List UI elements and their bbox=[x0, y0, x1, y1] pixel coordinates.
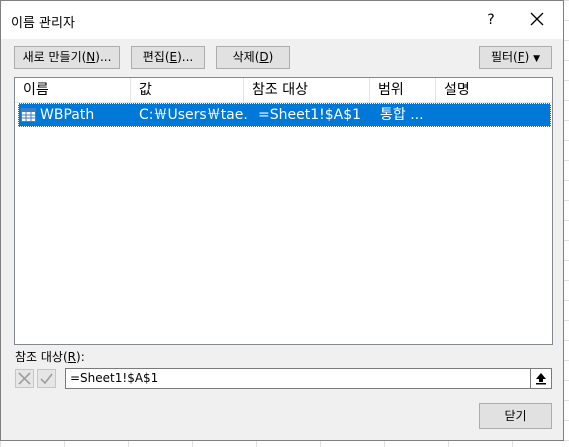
column-header-value[interactable]: 값 bbox=[131, 78, 244, 102]
close-icon[interactable] bbox=[525, 7, 551, 33]
list-header: 이름 값 참조 대상 범위 설명 bbox=[15, 78, 552, 103]
delete-button[interactable]: 삭제(D) bbox=[216, 46, 290, 69]
filter-button[interactable]: 필터(F) ▼ bbox=[479, 46, 552, 69]
confirm-edit-button[interactable] bbox=[37, 369, 56, 388]
dialog-title: 이름 관리자 bbox=[11, 16, 75, 31]
close-dialog-button[interactable]: 닫기 bbox=[479, 403, 552, 429]
refers-to-cell: =Sheet1!$A$1 bbox=[258, 107, 362, 123]
title-bar: 이름 관리자 ? bbox=[1, 1, 563, 39]
column-header-scope[interactable]: 범위 bbox=[370, 78, 436, 102]
column-header-refers-to[interactable]: 참조 대상 bbox=[244, 78, 370, 102]
value-cell: C:￦Users￦tae... bbox=[139, 107, 247, 123]
scope-cell: 통합 ... bbox=[380, 107, 424, 123]
column-header-comment[interactable]: 설명 bbox=[436, 78, 552, 102]
new-button[interactable]: 새로 만들기(N)... bbox=[14, 46, 120, 69]
dropdown-arrow-icon: ▼ bbox=[533, 54, 541, 64]
defined-name-icon bbox=[21, 108, 36, 126]
name-cell: WBPath bbox=[40, 107, 95, 123]
refers-to-input[interactable]: =Sheet1!$A$1 bbox=[65, 368, 531, 389]
names-list[interactable]: 이름 값 참조 대상 범위 설명 WBPath C:￦Users￦tae... … bbox=[14, 77, 553, 345]
cancel-edit-button[interactable] bbox=[15, 369, 34, 388]
comment-cell bbox=[444, 104, 544, 126]
refers-to-label: 참조 대상(R): bbox=[15, 350, 85, 364]
table-row[interactable]: WBPath C:￦Users￦tae... =Sheet1!$A$1 통합 .… bbox=[18, 103, 551, 127]
collapse-dialog-button[interactable] bbox=[530, 368, 552, 389]
column-header-name[interactable]: 이름 bbox=[15, 78, 131, 102]
help-button[interactable]: ? bbox=[479, 9, 503, 31]
edit-button[interactable]: 편집(E)... bbox=[131, 46, 205, 69]
name-manager-dialog: 이름 관리자 ? 새로 만들기(N)... 편집(E)... 삭제(D) 필터(… bbox=[0, 0, 564, 441]
